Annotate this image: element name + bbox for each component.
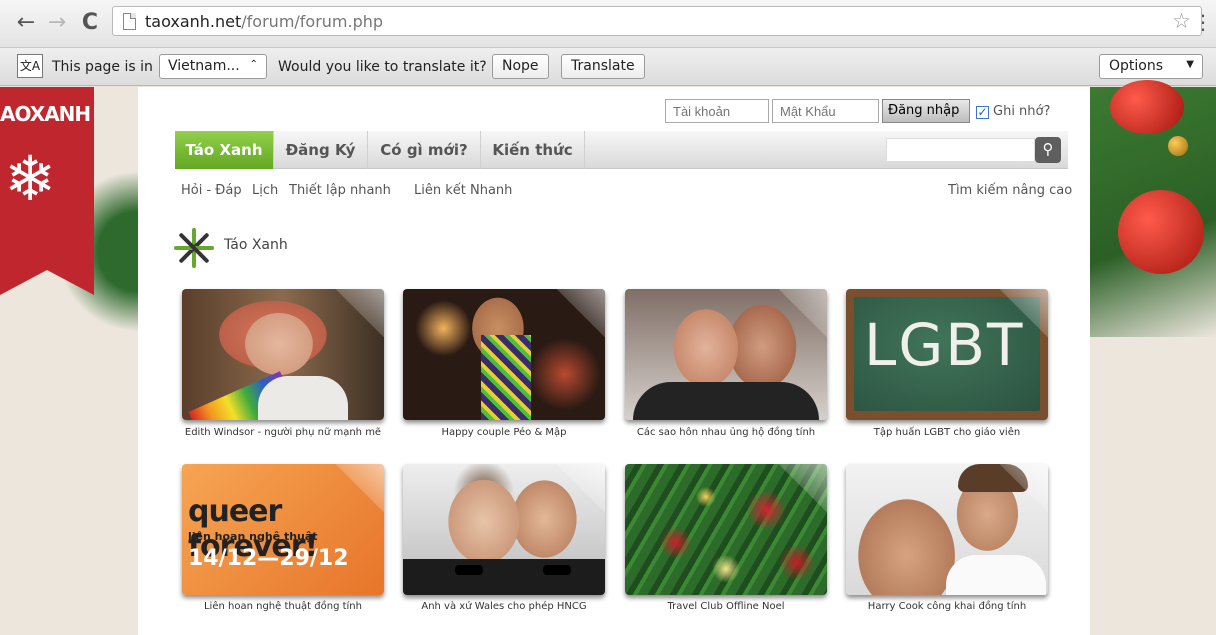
tile-figure <box>403 559 605 595</box>
main-navbar: Táo Xanh Đăng Ký Có gì mới? Kiến thức ⚲ <box>175 131 1068 169</box>
tile-caption[interactable]: Happy couple Péo & Mập <box>389 427 619 438</box>
search-input[interactable] <box>886 138 1035 162</box>
poster-dates: 14/12—29/12 <box>188 546 349 571</box>
tile-caption[interactable]: Travel Club Offline Noel <box>611 601 841 612</box>
ornament-ball <box>1118 190 1204 274</box>
page-icon <box>123 13 136 30</box>
translate-question: Would you like to translate it? <box>278 59 487 75</box>
chevron-down-icon: ▼ <box>1186 59 1194 70</box>
translate-bar: 文A This page is in Vietnam... ⌃ Would yo… <box>0 48 1216 86</box>
ornament-ball <box>1110 80 1184 134</box>
tile-figure <box>958 464 1028 492</box>
tab-tao-xanh[interactable]: Táo Xanh <box>175 131 274 169</box>
tile-figure <box>481 335 531 420</box>
tile-travel-club-noel[interactable] <box>625 464 827 595</box>
address-bar[interactable]: taoxanh.net/forum/forum.php ☆ <box>112 6 1202 36</box>
url-text[interactable]: taoxanh.net/forum/forum.php <box>145 12 383 31</box>
updown-caret-icon: ⌃ <box>249 59 258 70</box>
forward-icon[interactable]: → <box>45 10 69 36</box>
tile-caption[interactable]: Harry Cook công khai đồng tính <box>832 601 1062 612</box>
advanced-search-link[interactable]: Tìm kiếm nâng cao <box>948 183 1072 198</box>
tile-caption[interactable]: Tập huấn LGBT cho giáo viên <box>832 427 1062 438</box>
menu-icon[interactable]: ⋮ <box>1193 10 1213 34</box>
translate-button[interactable]: Translate <box>561 54 645 79</box>
url-host: taoxanh.net <box>145 12 242 31</box>
site-logo-text[interactable]: AOXANH <box>0 102 91 126</box>
tile-caption[interactable]: Anh và xứ Wales cho phép HNCG <box>389 601 619 612</box>
tile-queer-festival[interactable]: queer forever! liên hoan nghệ thuật 14/1… <box>182 464 384 595</box>
remember-label: Ghi nhớ? <box>993 104 1051 119</box>
poster-subtitle: liên hoan nghệ thuật <box>188 530 318 543</box>
tile-harry-cook[interactable] <box>846 464 1048 595</box>
translate-prefix-text: This page is in <box>52 59 153 75</box>
forum-page: Đăng nhập ✓ Ghi nhớ? Táo Xanh Đăng Ký Có… <box>138 87 1090 635</box>
subnav-hoi-dap[interactable]: Hỏi - Đáp <box>181 183 242 198</box>
bookmark-star-icon[interactable]: ☆ <box>1172 9 1191 33</box>
tile-caption[interactable]: Liên hoan nghệ thuật đồng tính <box>168 601 398 612</box>
remember-checkbox[interactable]: ✓ <box>976 106 989 119</box>
nope-button[interactable]: Nope <box>492 54 549 79</box>
translate-icon: 文A <box>17 54 43 78</box>
breadcrumb[interactable]: Táo Xanh <box>224 237 288 253</box>
tile-caption[interactable]: Edith Windsor - người phụ nữ mạnh mẽ <box>168 427 398 438</box>
tile-happy-couple[interactable] <box>403 289 605 420</box>
tab-dang-ky[interactable]: Đăng Ký <box>274 131 368 169</box>
tile-edith-windsor[interactable] <box>182 289 384 420</box>
tile-lgbt-training[interactable]: LGBT <box>846 289 1048 420</box>
tile-caption[interactable]: Các sao hôn nhau ủng hộ đồng tính <box>611 427 841 438</box>
options-label: Options <box>1109 58 1164 74</box>
tile-wales-marriage[interactable] <box>403 464 605 595</box>
username-input[interactable] <box>665 99 769 123</box>
language-select-value: Vietnam... <box>168 58 240 74</box>
password-input[interactable] <box>772 99 879 123</box>
site-star-icon <box>173 228 215 268</box>
browser-toolbar: ← → C taoxanh.net/forum/forum.php ☆ ⋮ <box>0 0 1216 48</box>
reload-icon[interactable]: C <box>78 10 102 36</box>
bowtie <box>543 565 571 575</box>
login-button[interactable]: Đăng nhập <box>882 99 970 123</box>
bowtie <box>455 565 483 575</box>
language-select[interactable]: Vietnam... ⌃ <box>159 54 267 79</box>
tab-kien-thuc[interactable]: Kiến thức <box>481 131 585 169</box>
search-icon[interactable]: ⚲ <box>1035 137 1061 163</box>
tile-figure <box>946 555 1046 595</box>
tile-figure <box>633 382 819 420</box>
chalkboard-text: LGBT <box>864 311 1025 379</box>
url-path: /forum/forum.php <box>241 12 384 31</box>
snowflake-icon: ❄ <box>4 142 56 215</box>
options-select[interactable]: Options ▼ <box>1099 54 1203 79</box>
back-icon[interactable]: ← <box>14 10 38 36</box>
subnav-lien-ket-nhanh[interactable]: Liên kết Nhanh <box>414 183 512 198</box>
tile-celebrity-kiss[interactable] <box>625 289 827 420</box>
tab-co-gi-moi[interactable]: Có gì mới? <box>368 131 481 169</box>
subnav-thiet-lap-nhanh[interactable]: Thiết lập nhanh <box>289 183 391 198</box>
tile-figure <box>258 376 348 420</box>
subnav-lich[interactable]: Lịch <box>252 183 278 198</box>
ornament-ball <box>1168 136 1188 156</box>
